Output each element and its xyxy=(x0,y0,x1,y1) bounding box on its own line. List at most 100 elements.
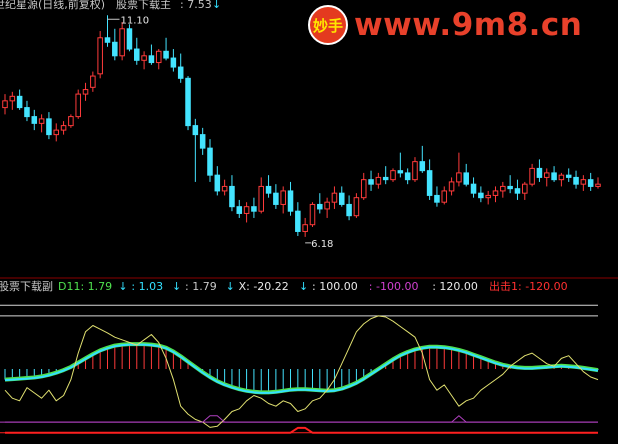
candle-body xyxy=(229,185,235,208)
candle xyxy=(390,168,396,182)
candle-body xyxy=(97,37,103,75)
candle-body xyxy=(302,224,308,232)
high-price-label: 11.10 xyxy=(120,15,149,26)
candle-body xyxy=(199,134,206,149)
candle-body xyxy=(243,206,250,214)
candle-body xyxy=(251,206,257,212)
candle-body xyxy=(287,190,294,212)
candle-body xyxy=(192,125,199,136)
candle-body xyxy=(90,75,96,88)
candle-body xyxy=(536,167,543,178)
candle-body xyxy=(397,170,404,174)
candle-body xyxy=(507,185,513,190)
candle-body xyxy=(492,190,499,196)
candle xyxy=(185,76,191,131)
candle-body xyxy=(68,116,74,127)
candle-body xyxy=(470,183,477,194)
candle-body xyxy=(500,185,506,192)
candle-body xyxy=(382,176,389,181)
candle-body xyxy=(448,181,455,192)
candle-body xyxy=(112,41,118,57)
candle-body xyxy=(419,161,426,172)
candle-body xyxy=(273,192,279,205)
candle-body xyxy=(119,28,125,57)
candle-body xyxy=(565,174,572,178)
candle-body xyxy=(236,206,243,214)
candle-body xyxy=(141,55,147,61)
candle-body xyxy=(148,55,155,64)
candle-body xyxy=(280,190,286,205)
legend-arrow: ↓ xyxy=(172,280,181,293)
watermark-badge: 妙手 xyxy=(308,5,348,45)
candle-body xyxy=(338,192,345,205)
candle-body xyxy=(522,183,528,194)
candle-body xyxy=(558,174,565,181)
candle xyxy=(97,31,103,79)
sub-legend: D11: 1.79 ↓: 1.03 ↓: 1.79 ↓ X: -20.22 ↓: 100.… xyxy=(58,279,568,293)
candle-body xyxy=(346,203,352,217)
chart-background xyxy=(0,0,618,444)
legend-arrow: ↓ xyxy=(118,280,127,293)
watermark-logo: 妙手 www.9m8.cn xyxy=(308,4,616,46)
candle-body xyxy=(478,192,484,199)
candle-body xyxy=(163,50,169,59)
candle-body xyxy=(353,197,360,217)
candle-body xyxy=(587,179,594,187)
candle-body xyxy=(375,176,382,185)
candle xyxy=(75,89,81,119)
legend-entry: X: -20.22 xyxy=(239,280,289,293)
candle-body xyxy=(170,57,177,68)
legend-entry: : 1.79 xyxy=(185,280,217,293)
candle-body xyxy=(463,172,469,185)
candle-body xyxy=(177,66,184,79)
candle xyxy=(126,24,133,52)
candle-body xyxy=(324,201,330,210)
candle-body xyxy=(60,125,67,131)
candle-body xyxy=(368,179,374,185)
candle xyxy=(309,202,316,227)
candle-body xyxy=(221,185,228,192)
candle-body xyxy=(595,183,601,187)
candle-body xyxy=(75,93,81,118)
candle-body xyxy=(46,118,52,136)
candle-body xyxy=(53,129,60,136)
candle xyxy=(68,114,74,128)
candle-body xyxy=(295,210,301,232)
sub-indicator-title: 股票下载副 xyxy=(0,280,53,293)
candle-body xyxy=(214,174,221,192)
candle-body xyxy=(331,192,338,203)
legend-arrow: ↓ xyxy=(299,280,308,293)
candle-body xyxy=(155,50,162,64)
candle-body xyxy=(265,185,272,194)
candle-body xyxy=(514,188,521,194)
main-indicator-label: 股票下载主 xyxy=(116,0,171,11)
watermark-text: www.9m8.cn xyxy=(354,7,583,43)
legend-entry: D11: 1.79 xyxy=(58,280,112,293)
candle-body xyxy=(258,185,265,212)
legend-arrow: ↓ xyxy=(226,280,235,293)
low-price-label: 6.18 xyxy=(311,239,333,250)
candle-body xyxy=(441,190,448,203)
candle-body xyxy=(412,161,418,181)
candle-body xyxy=(9,95,16,102)
candle-body xyxy=(134,48,140,61)
candle-body xyxy=(360,179,367,199)
candle-body xyxy=(426,170,433,196)
candle-body xyxy=(456,172,462,183)
candle-body xyxy=(207,147,213,176)
legend-entry: 出击1: -120.00 xyxy=(489,279,568,293)
candle-body xyxy=(485,194,491,199)
main-indicator-arrow: ↓ xyxy=(212,0,221,11)
candle-body xyxy=(2,100,8,109)
legend-entry: : 100.00 xyxy=(312,280,358,293)
candle-body xyxy=(529,167,535,185)
candle-body xyxy=(126,28,133,50)
candle-body xyxy=(404,172,411,181)
candle-body xyxy=(543,172,550,178)
main-indicator-value: : 7.53 xyxy=(180,0,212,11)
legend-entry: : 120.00 xyxy=(432,280,478,293)
chart-title: 世纪星源(日线,前复权) xyxy=(0,0,105,11)
stock-chart: 世纪星源(日线,前复权) 股票下载主 : 7.53 ↓ 股票下载副 D11: 1… xyxy=(0,0,618,444)
candle-body xyxy=(309,203,316,226)
candle-body xyxy=(24,107,30,118)
